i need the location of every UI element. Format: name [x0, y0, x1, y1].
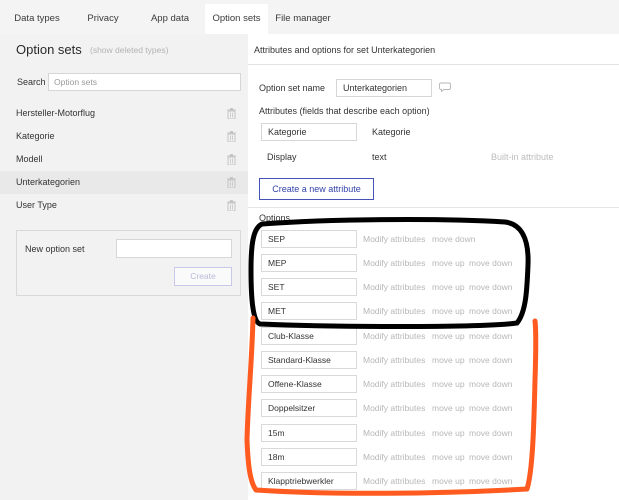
option-value-field[interactable]: SET — [261, 278, 357, 296]
option-set-name-input[interactable] — [336, 79, 432, 97]
built-in-attribute-note: Built-in attribute — [491, 152, 554, 162]
move-down-link[interactable]: move down — [469, 258, 512, 268]
modify-attributes-link[interactable]: Modify attributes — [363, 258, 425, 268]
tab-app-data[interactable]: App data — [138, 4, 202, 34]
new-option-set-box: New option set Create — [16, 230, 241, 296]
move-up-link[interactable]: move up — [432, 476, 465, 486]
create-option-set-button[interactable]: Create — [174, 267, 232, 286]
tab-data-types[interactable]: Data types — [6, 4, 68, 34]
option-set-item[interactable]: Hersteller-Motorflug — [0, 102, 248, 125]
modify-attributes-link[interactable]: Modify attributes — [363, 234, 425, 244]
trash-icon[interactable] — [227, 131, 236, 142]
move-down-link[interactable]: move down — [469, 403, 512, 413]
modify-attributes-link[interactable]: Modify attributes — [363, 331, 425, 341]
modify-attributes-link[interactable]: Modify attributes — [363, 403, 425, 413]
trash-icon[interactable] — [227, 154, 236, 165]
modify-attributes-link[interactable]: Modify attributes — [363, 306, 425, 316]
divider — [248, 64, 619, 65]
modify-attributes-link[interactable]: Modify attributes — [363, 355, 425, 365]
move-up-link[interactable]: move up — [432, 428, 465, 438]
move-down-link[interactable]: move down — [469, 282, 512, 292]
option-set-item-selected[interactable]: Unterkategorien — [0, 171, 248, 194]
move-down-link[interactable]: move down — [469, 306, 512, 316]
move-down-link[interactable]: move down — [469, 331, 512, 341]
attribute-name: Display — [267, 152, 297, 162]
move-down-link[interactable]: move down — [469, 452, 512, 462]
new-option-set-label: New option set — [25, 244, 85, 254]
option-set-name-label: Option set name — [259, 83, 326, 93]
option-sets-sidebar: Option sets (show deleted types) Search … — [0, 34, 248, 500]
attributes-heading: Attributes (fields that describe each op… — [259, 106, 430, 116]
option-value-field[interactable]: MET — [261, 302, 357, 320]
tab-option-sets[interactable]: Option sets — [205, 4, 268, 34]
option-value-field[interactable]: Klapptriebwerkler — [261, 472, 357, 490]
option-value-field[interactable]: MEP — [261, 254, 357, 272]
option-set-name: Hersteller-Motorflug — [16, 108, 96, 118]
move-down-link[interactable]: move down — [469, 428, 512, 438]
trash-icon[interactable] — [227, 177, 236, 188]
move-up-link[interactable]: move up — [432, 452, 465, 462]
option-value-field[interactable]: Doppelsitzer — [261, 399, 357, 417]
modify-attributes-link[interactable]: Modify attributes — [363, 379, 425, 389]
sidebar-title: Option sets — [16, 42, 82, 57]
comment-icon[interactable] — [439, 82, 451, 92]
tab-file-manager[interactable]: File manager — [271, 4, 335, 34]
tab-privacy[interactable]: Privacy — [72, 4, 134, 34]
option-value-field[interactable]: 15m — [261, 424, 357, 442]
option-set-name: Kategorie — [16, 131, 55, 141]
option-value-field[interactable]: Offene-Klasse — [261, 375, 357, 393]
top-tab-bar: Data types Privacy App data Option sets … — [0, 0, 619, 34]
option-set-item[interactable]: Modell — [0, 148, 248, 171]
divider — [248, 207, 619, 208]
option-set-name: User Type — [16, 200, 57, 210]
option-set-item[interactable]: User Type — [0, 194, 248, 217]
move-up-link[interactable]: move up — [432, 282, 465, 292]
move-down-link[interactable]: move down — [469, 476, 512, 486]
create-attribute-button[interactable]: Create a new attribute — [259, 178, 374, 200]
attribute-type: text — [372, 152, 387, 162]
move-up-link[interactable]: move up — [432, 258, 465, 268]
move-up-link[interactable]: move up — [432, 379, 465, 389]
new-option-set-input[interactable] — [116, 239, 232, 258]
option-value-field[interactable]: 18m — [261, 448, 357, 466]
modify-attributes-link[interactable]: Modify attributes — [363, 428, 425, 438]
modify-attributes-link[interactable]: Modify attributes — [363, 476, 425, 486]
attribute-name-input[interactable] — [261, 123, 357, 141]
attribute-type: Kategorie — [372, 127, 411, 137]
show-deleted-link[interactable]: (show deleted types) — [90, 45, 168, 55]
options-heading: Options — [259, 213, 291, 223]
option-value-field[interactable]: SEP — [261, 230, 357, 248]
move-up-link[interactable]: move up — [432, 306, 465, 316]
move-up-link[interactable]: move up — [432, 331, 465, 341]
trash-icon[interactable] — [227, 200, 236, 211]
search-label: Search — [17, 77, 46, 87]
move-down-link[interactable]: move down — [469, 355, 512, 365]
move-down-link[interactable]: move down — [469, 379, 512, 389]
trash-icon[interactable] — [227, 108, 236, 119]
move-up-link[interactable]: move up — [432, 355, 465, 365]
option-value-field[interactable]: Club-Klasse — [261, 327, 357, 345]
option-set-name: Unterkategorien — [16, 177, 81, 187]
move-up-link[interactable]: move up — [432, 403, 465, 413]
option-set-name: Modell — [16, 154, 43, 164]
option-value-field[interactable]: Standard-Klasse — [261, 351, 357, 369]
option-set-item[interactable]: Kategorie — [0, 125, 248, 148]
modify-attributes-link[interactable]: Modify attributes — [363, 282, 425, 292]
move-down-link[interactable]: move down — [432, 234, 475, 244]
search-input[interactable] — [48, 73, 241, 91]
attributes-panel-title: Attributes and options for set Unterkate… — [254, 45, 436, 55]
modify-attributes-link[interactable]: Modify attributes — [363, 452, 425, 462]
